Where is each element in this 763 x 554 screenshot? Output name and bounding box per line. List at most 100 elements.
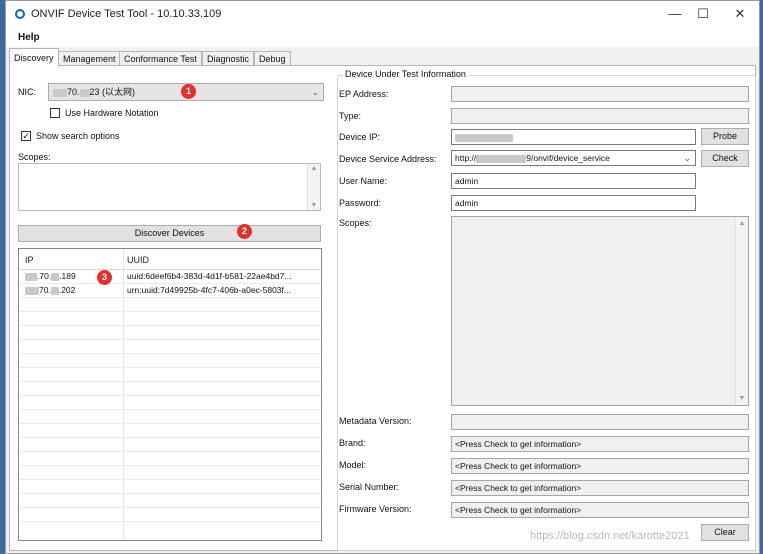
device-scopes-label: Scopes:	[339, 218, 372, 228]
scroll-down-arrow-icon[interactable]: ▼	[736, 395, 748, 402]
firmware-version-label: Firmware Version:	[339, 504, 412, 514]
grid-row-divider	[19, 409, 321, 410]
grid-row-divider	[19, 507, 321, 508]
metadata-version-label: Metadata Version:	[339, 416, 412, 426]
hardware-notation-label: Use Hardware Notation	[65, 108, 159, 118]
row-uuid: uuid:6deef6b4-383d-4d1f-b581-22ae4bd7...	[127, 271, 292, 281]
grid-row-divider	[19, 381, 321, 382]
grid-row-divider	[19, 521, 321, 522]
device-ip-field[interactable]	[451, 129, 696, 145]
ep-address-field[interactable]	[451, 86, 749, 102]
app-window: ONVIF Device Test Tool - 10.10.33.109 — …	[5, 0, 760, 554]
scroll-up-arrow-icon[interactable]: ▲	[308, 165, 320, 172]
redacted-text	[25, 286, 39, 295]
serial-number-field[interactable]: <Press Check to get information>	[451, 480, 749, 496]
redacted-text	[53, 88, 67, 97]
tab-diagnostic[interactable]: Diagnostic	[202, 51, 255, 66]
grid-row-divider	[19, 395, 321, 396]
devices-grid: IP UUID .70. .189 uuid:6deef6b4-383d-4d1f…	[18, 248, 322, 541]
brand-field[interactable]: <Press Check to get information>	[451, 436, 749, 452]
grid-row-divider	[19, 479, 321, 480]
scopes-label: Scopes:	[18, 152, 51, 162]
minimize-button[interactable]: —	[662, 4, 688, 24]
annotation-badge-3: 3	[97, 270, 112, 285]
row-ip-mid: .70.	[37, 271, 52, 281]
grid-row-divider	[19, 423, 321, 424]
title-bar: ONVIF Device Test Tool - 10.10.33.109 — …	[6, 1, 759, 29]
device-scopes-scrollbar[interactable]: ▲ ▼	[735, 217, 748, 405]
menu-help[interactable]: Help	[18, 32, 40, 43]
tab-debug[interactable]: Debug	[254, 51, 291, 66]
grid-header-ip: IP	[25, 255, 34, 265]
grid-row-divider	[19, 297, 321, 298]
grid-row-divider	[19, 325, 321, 326]
nic-value-mid: 70.	[67, 87, 80, 97]
discover-devices-button[interactable]: Discover Devices	[18, 225, 321, 242]
brand-label: Brand:	[339, 438, 366, 448]
device-scopes-textarea[interactable]: ▲ ▼	[451, 216, 749, 406]
model-label: Model:	[339, 460, 367, 470]
redacted-text	[50, 286, 59, 295]
maximize-button[interactable]: ☐	[690, 4, 716, 24]
menu-bar: Help	[6, 29, 759, 47]
show-search-options-checkbox[interactable]: ✓	[21, 131, 31, 141]
scroll-up-arrow-icon[interactable]: ▲	[736, 220, 748, 227]
scopes-textarea[interactable]: ▲ ▼	[18, 163, 321, 211]
hardware-notation-checkbox[interactable]	[50, 108, 60, 118]
service-address-value-start: http://	[455, 153, 477, 163]
row-uuid: urn:uuid:7d49925b-4fc7-406b-a0ec-5803f..…	[127, 285, 291, 295]
tab-discovery[interactable]: Discovery	[9, 48, 59, 67]
user-name-field[interactable]: admin	[451, 173, 696, 189]
annotation-badge-2: 2	[237, 224, 252, 239]
grid-row-divider	[19, 339, 321, 340]
scroll-down-arrow-icon[interactable]: ▼	[308, 202, 320, 209]
close-button[interactable]: ✕	[727, 4, 753, 24]
grid-row-divider	[19, 283, 321, 284]
grid-row-divider	[19, 451, 321, 452]
redacted-text	[25, 272, 37, 281]
grid-header-divider	[19, 269, 321, 270]
user-name-label: User Name:	[339, 176, 388, 186]
grid-row-divider	[19, 367, 321, 368]
app-icon	[15, 9, 25, 19]
grid-header-uuid: UUID	[127, 255, 149, 265]
firmware-version-field[interactable]: <Press Check to get information>	[451, 502, 749, 518]
type-field[interactable]	[451, 108, 749, 124]
nic-value-end: 23 (以太网)	[89, 87, 136, 97]
row-ip-end: .202	[58, 285, 76, 295]
grid-row-divider	[19, 311, 321, 312]
annotation-badge-1: 1	[181, 84, 196, 99]
redacted-text	[476, 154, 527, 163]
ep-address-label: EP Address:	[339, 89, 389, 99]
row-ip-mid: 70.	[39, 285, 51, 295]
redacted-text	[455, 133, 513, 142]
chevron-down-icon: ⌄	[311, 87, 319, 97]
service-address-label: Device Service Address:	[339, 154, 437, 164]
service-address-select[interactable]: http:// 9/onvif/device_service ⌄	[451, 150, 696, 166]
grid-row-divider	[19, 353, 321, 354]
device-info-group-title: Device Under Test Information	[343, 69, 468, 79]
type-label: Type:	[339, 111, 362, 121]
service-address-value-end: 9/onvif/device_service	[526, 153, 610, 163]
scopes-scrollbar[interactable]: ▲ ▼	[307, 164, 320, 210]
metadata-version-field[interactable]	[451, 414, 749, 430]
chevron-down-icon: ⌄	[683, 153, 691, 163]
window-title: ONVIF Device Test Tool - 10.10.33.109	[31, 8, 222, 20]
probe-button[interactable]: Probe	[701, 128, 749, 145]
password-label: Password:	[339, 198, 382, 208]
grid-row-divider	[19, 465, 321, 466]
serial-number-label: Serial Number:	[339, 482, 400, 492]
tab-management[interactable]: Management	[58, 51, 121, 66]
redacted-text	[51, 272, 60, 281]
redacted-text	[79, 88, 90, 97]
password-field[interactable]: admin	[451, 195, 696, 211]
check-button[interactable]: Check	[701, 150, 749, 167]
tab-conformance-test[interactable]: Conformance Test	[119, 51, 202, 66]
grid-row-divider	[19, 437, 321, 438]
checkmark-icon: ✓	[22, 131, 30, 141]
device-ip-label: Device IP:	[339, 132, 381, 142]
show-search-options-label: Show search options	[36, 131, 120, 141]
model-field[interactable]: <Press Check to get information>	[451, 458, 749, 474]
clear-button[interactable]: Clear	[701, 524, 749, 541]
nic-label: NIC:	[18, 87, 36, 97]
